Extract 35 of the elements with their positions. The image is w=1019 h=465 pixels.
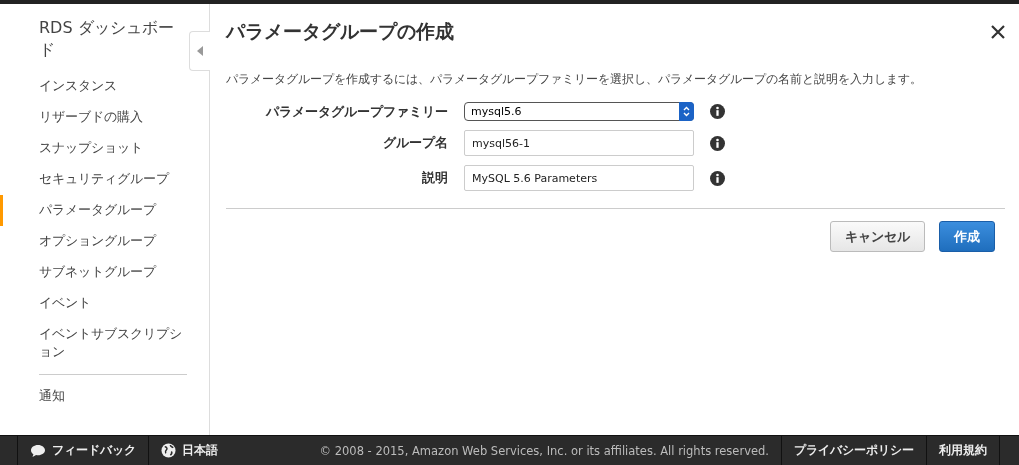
description: パラメータグループを作成するには、パラメータグループファミリーを選択し、パラメータグループの名前と説明を入力します。 bbox=[226, 71, 923, 88]
speech-bubble-icon bbox=[30, 443, 46, 458]
family-select[interactable]: mysql5.6 bbox=[464, 102, 694, 121]
field-label: グループ名 bbox=[382, 134, 448, 152]
create-button[interactable]: 作成 bbox=[939, 221, 995, 252]
input-field[interactable]: mysql56-1 bbox=[464, 130, 694, 156]
sidebar-item[interactable]: リザーブドの購入 bbox=[0, 102, 187, 133]
footer-link[interactable]: プライバシーポリシー bbox=[781, 436, 926, 465]
sidebar-item[interactable]: スナップショット bbox=[0, 133, 187, 164]
field-label: 説明 bbox=[421, 169, 448, 187]
info-icon[interactable] bbox=[710, 170, 725, 186]
updown-icon bbox=[683, 106, 690, 117]
input-field[interactable]: MySQL 5.6 Parameters bbox=[464, 165, 694, 191]
sidebar-item[interactable]: セキュリティグループ bbox=[0, 164, 187, 195]
sidebar-item[interactable]: イベント bbox=[0, 288, 187, 319]
feedback-button[interactable]: フィードバック bbox=[17, 436, 148, 465]
language-button[interactable]: 日本語 bbox=[148, 436, 230, 465]
copyright-text: © 2008 - 2015, Amazon Web Services, Inc. or its affiliates. All rights reserved. bbox=[318, 443, 770, 458]
field-label: パラメータグループファミリー bbox=[264, 102, 448, 121]
cancel-button[interactable]: キャンセル bbox=[830, 221, 925, 252]
sidebar-item[interactable]: オプショングループ bbox=[0, 226, 187, 257]
close-icon[interactable] bbox=[991, 24, 1005, 39]
sidebar-item[interactable]: インスタンス bbox=[0, 71, 187, 102]
dialog-title: パラメータグループの作成 bbox=[226, 18, 454, 44]
sidebar-item[interactable]: パラメータグループ bbox=[0, 195, 187, 226]
globe-icon bbox=[161, 443, 176, 458]
sidebar-item[interactable]: サブネットグループ bbox=[0, 257, 187, 288]
sidebar-item[interactable]: 通知 bbox=[0, 381, 187, 412]
caret-icon bbox=[197, 46, 203, 56]
sidebar-item[interactable]: イベントサブスクリプション bbox=[0, 319, 187, 368]
info-icon[interactable] bbox=[710, 104, 725, 119]
info-icon[interactable] bbox=[710, 135, 725, 151]
sidebar-title[interactable]: RDS ダッシュボード bbox=[0, 17, 187, 61]
collapse-tab[interactable] bbox=[189, 31, 210, 71]
footer-link[interactable]: 利用規約 bbox=[926, 436, 999, 465]
